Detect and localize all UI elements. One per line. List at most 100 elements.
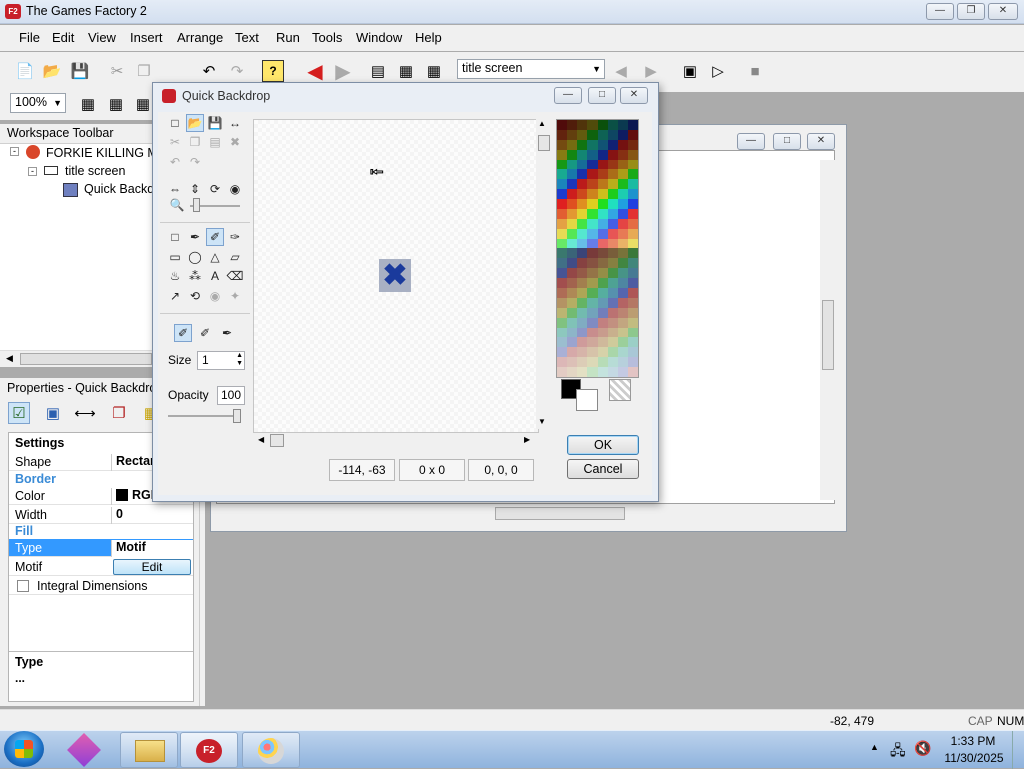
- run-frame-icon[interactable]: ▣: [679, 60, 701, 82]
- image-canvas[interactable]: ✖: [253, 119, 539, 433]
- clock-time[interactable]: 1:33 PM: [946, 734, 1000, 748]
- palette-swatch[interactable]: [587, 199, 598, 209]
- palette-swatch[interactable]: [557, 327, 568, 338]
- palette-swatch[interactable]: [557, 307, 568, 318]
- transparent-color-swatch[interactable]: [609, 379, 631, 401]
- palette-swatch[interactable]: [627, 159, 638, 170]
- palette-swatch[interactable]: [597, 189, 608, 200]
- ellipse-tool-icon[interactable]: ◯: [186, 248, 204, 266]
- snap-icon[interactable]: ▦: [105, 93, 127, 115]
- palette-swatch[interactable]: [607, 189, 618, 200]
- palette-swatch[interactable]: [617, 129, 628, 140]
- palette-swatch[interactable]: [617, 307, 628, 318]
- property-integral-dimensions[interactable]: Integral Dimensions: [9, 577, 193, 595]
- background-color-swatch[interactable]: [576, 389, 598, 411]
- palette-swatch[interactable]: [617, 208, 628, 219]
- palette-swatch[interactable]: [567, 139, 578, 150]
- dialog-minimize-button[interactable]: —: [554, 87, 582, 104]
- palette-swatch[interactable]: [597, 218, 608, 229]
- palette-swatch[interactable]: [567, 337, 578, 348]
- frame-minimize-button[interactable]: —: [737, 133, 765, 150]
- palette-swatch[interactable]: [607, 327, 618, 338]
- palette-swatch[interactable]: [607, 129, 618, 140]
- property-value[interactable]: Motif: [111, 540, 193, 557]
- size-input[interactable]: 1 ▲ ▼: [197, 351, 245, 370]
- frame-vscroll-thumb[interactable]: [822, 300, 834, 370]
- frame-vertical-scrollbar[interactable]: [820, 160, 837, 500]
- palette-swatch[interactable]: [577, 179, 588, 190]
- canvas-vscroll-thumb[interactable]: [538, 135, 550, 151]
- palette-swatch[interactable]: [617, 288, 628, 298]
- palette-swatch[interactable]: [597, 327, 608, 338]
- palette-swatch[interactable]: [607, 297, 618, 308]
- palette-swatch[interactable]: [607, 357, 618, 368]
- palette-swatch[interactable]: [577, 129, 588, 140]
- property-value[interactable]: 0: [111, 507, 193, 524]
- palette-swatch[interactable]: [607, 218, 618, 229]
- shape-tool-icon[interactable]: ▱: [226, 248, 244, 266]
- network-icon[interactable]: 🖧: [890, 740, 906, 764]
- canvas-vertical-scrollbar[interactable]: ▲ ▼: [536, 119, 551, 429]
- canvas-horizontal-scrollbar[interactable]: ◀ ▶: [253, 433, 539, 448]
- palette-swatch[interactable]: [597, 317, 608, 328]
- palette-swatch[interactable]: [587, 228, 598, 239]
- palette-swatch[interactable]: [617, 169, 628, 180]
- palette-swatch[interactable]: [607, 337, 618, 348]
- selection-tool-icon[interactable]: □: [166, 228, 184, 246]
- palette-swatch[interactable]: [577, 159, 588, 170]
- palette-swatch[interactable]: [577, 238, 588, 249]
- frame-select[interactable]: title screen ▼: [457, 59, 605, 79]
- size-position-tab-icon[interactable]: ⟷: [74, 402, 96, 424]
- canvas-hscroll-thumb[interactable]: [270, 434, 284, 447]
- palette-swatch[interactable]: [567, 268, 578, 279]
- palette-swatch[interactable]: [597, 129, 608, 140]
- palette-swatch[interactable]: [587, 120, 598, 130]
- palette-swatch[interactable]: [607, 307, 618, 318]
- palette-swatch[interactable]: [567, 347, 578, 358]
- volume-muted-icon[interactable]: 🔇: [914, 740, 931, 757]
- paste-icon[interactable]: ▤: [206, 133, 224, 151]
- palette-swatch[interactable]: [587, 307, 598, 318]
- palette-swatch[interactable]: [607, 228, 618, 239]
- runtime-tab-icon[interactable]: ❐: [108, 402, 130, 424]
- palette-swatch[interactable]: [627, 357, 638, 368]
- frame-horizontal-scrollbar[interactable]: [220, 505, 820, 522]
- palette-swatch[interactable]: [627, 337, 638, 348]
- palette-swatch[interactable]: [627, 129, 638, 140]
- ok-button[interactable]: OK: [567, 435, 639, 455]
- grid-icon[interactable]: ▦: [77, 93, 99, 115]
- palette-swatch[interactable]: [557, 347, 568, 358]
- palette-swatch[interactable]: [557, 248, 568, 259]
- palette-swatch[interactable]: [617, 337, 628, 348]
- palette-swatch[interactable]: [587, 208, 598, 219]
- menu-arrange[interactable]: Arrange: [177, 30, 223, 45]
- palette-swatch[interactable]: [587, 149, 598, 160]
- tree-item-quick-backdrop[interactable]: Quick Backd: [84, 182, 154, 196]
- palette-swatch[interactable]: [557, 258, 568, 269]
- palette-swatch[interactable]: [617, 278, 628, 289]
- palette-swatch[interactable]: [587, 129, 598, 140]
- stop-icon[interactable]: ■: [744, 60, 766, 82]
- palette-swatch[interactable]: [607, 208, 618, 219]
- palette-swatch[interactable]: [577, 218, 588, 229]
- scroll-left-icon[interactable]: ◀: [258, 435, 264, 444]
- palette-swatch[interactable]: [557, 288, 568, 298]
- opacity-slider[interactable]: [168, 415, 240, 417]
- redo-icon[interactable]: ↷: [226, 60, 248, 82]
- palette-swatch[interactable]: [607, 248, 618, 259]
- tree-item-frame[interactable]: title screen: [65, 164, 125, 178]
- palette-swatch[interactable]: [607, 367, 618, 377]
- palette-swatch[interactable]: [567, 228, 578, 239]
- palette-swatch[interactable]: [577, 367, 588, 377]
- copy-icon[interactable]: ❐: [133, 60, 155, 82]
- palette-swatch[interactable]: [627, 228, 638, 239]
- palette-swatch[interactable]: [557, 189, 568, 200]
- palette-swatch[interactable]: [557, 179, 568, 190]
- palette-swatch[interactable]: [577, 317, 588, 328]
- palette-swatch[interactable]: [617, 189, 628, 200]
- rectangle-tool-icon[interactable]: ▭: [166, 248, 184, 266]
- prev-arrow-icon[interactable]: ◀: [610, 60, 632, 82]
- palette-swatch[interactable]: [607, 169, 618, 180]
- palette-swatch[interactable]: [617, 268, 628, 279]
- palette-swatch[interactable]: [587, 179, 598, 190]
